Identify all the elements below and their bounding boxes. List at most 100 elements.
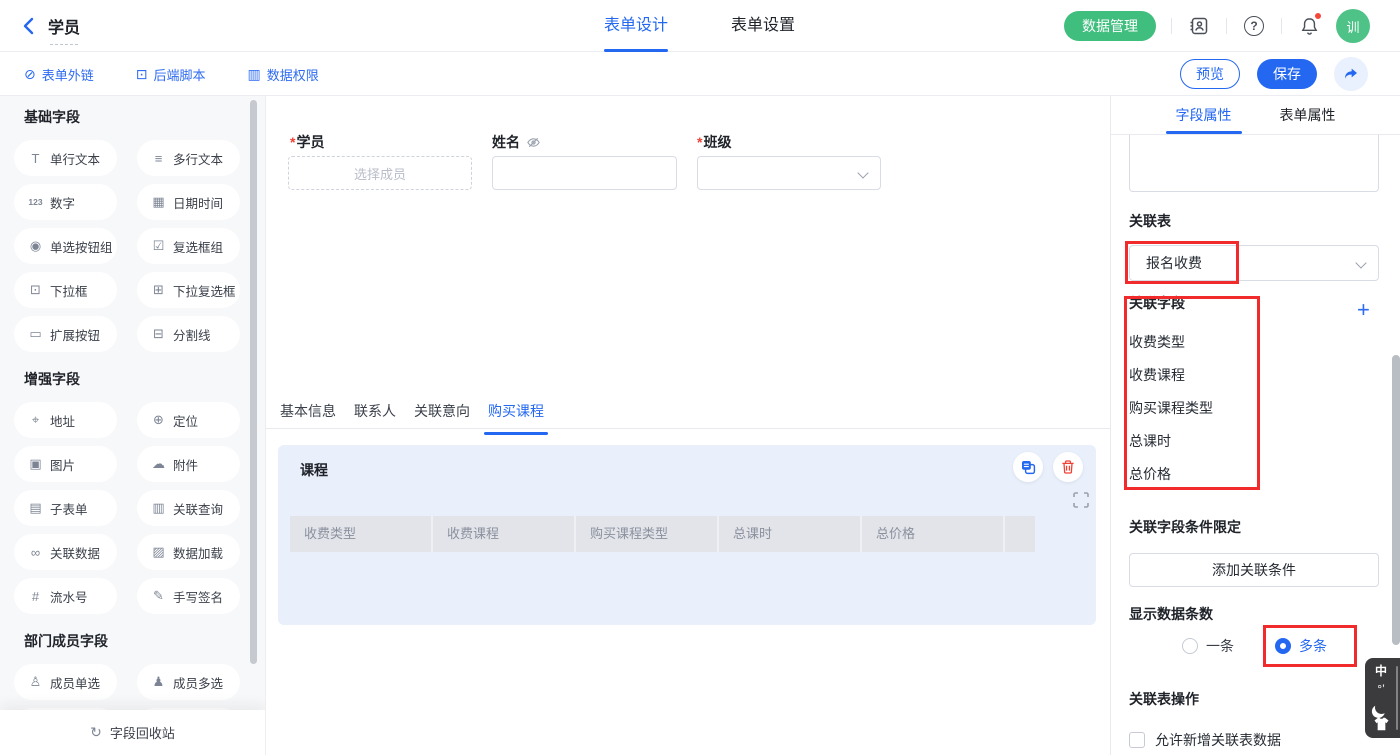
sidebar-section-title: 部门成员字段 xyxy=(24,630,265,652)
detail-tab[interactable]: 购买课程 xyxy=(488,400,544,428)
help-icon[interactable]: ? xyxy=(1244,16,1264,36)
add-related-field-icon[interactable]: + xyxy=(1357,299,1370,321)
member-multi-icon: ♟ xyxy=(150,674,167,690)
sidebar-field-label: 单行文本 xyxy=(50,149,100,168)
divider xyxy=(1281,18,1282,34)
share-button[interactable] xyxy=(1334,57,1368,91)
sidebar-field-item[interactable]: ▦日期时间 xyxy=(137,184,240,220)
sidebar-field-label: 关联查询 xyxy=(173,499,223,518)
toolbar-link[interactable]: ⊘表单外链 xyxy=(24,65,94,84)
sidebar-field-item[interactable]: ☁附件 xyxy=(137,446,240,482)
inspector-scrollbar[interactable] xyxy=(1392,355,1400,645)
chevron-down-icon xyxy=(1355,257,1366,268)
field-label-student: *学员 xyxy=(290,132,324,152)
related-field-item[interactable]: 总价格 xyxy=(1129,458,1259,491)
back-icon[interactable] xyxy=(20,17,38,35)
inspector-tab[interactable]: 表单属性 xyxy=(1280,96,1336,134)
sidebar-field-item[interactable]: ⊟ 分割线 xyxy=(137,316,240,352)
sidebar-field-item[interactable]: ✎手写签名 xyxy=(137,578,240,614)
header-tab[interactable]: 表单设计 xyxy=(604,0,668,52)
detail-tab[interactable]: 联系人 xyxy=(354,400,396,428)
sidebar-field-item[interactable]: ▣图片 xyxy=(14,446,117,482)
ime-punctuation-icon[interactable]: °’ xyxy=(1372,681,1390,697)
table-column-header: 收费类型 xyxy=(290,516,433,552)
ime-skin-icon[interactable] xyxy=(1373,717,1390,731)
header-tab[interactable]: 表单设置 xyxy=(731,0,795,52)
toolbar-link[interactable]: ▥数据权限 xyxy=(248,65,319,84)
contacts-icon[interactable] xyxy=(1187,14,1211,38)
sidebar-field-label: 下拉框 xyxy=(50,281,88,300)
radio-option-single[interactable]: 一条 xyxy=(1182,634,1234,658)
sidebar-field-label: 数据加载 xyxy=(173,543,223,562)
field-name-input[interactable] xyxy=(1129,135,1379,192)
sidebar-field-item[interactable]: ▤子表单 xyxy=(14,490,117,526)
sidebar-field-item[interactable]: ◉单选按钮组 xyxy=(14,228,117,264)
table-column-header: 总价格 xyxy=(862,516,1005,552)
sidebar-field-label: 定位 xyxy=(173,411,198,430)
sidebar-field-label: 流水号 xyxy=(50,587,88,606)
detail-tab[interactable]: 基本信息 xyxy=(280,400,336,428)
field-recycle-bin-button[interactable]: ↻ 字段回收站 xyxy=(0,710,265,755)
subtable-header: 收费类型收费课程购买课程类型总课时总价格 xyxy=(290,516,1035,552)
ime-toolbar[interactable]: 中 °’ xyxy=(1365,658,1400,738)
related-field-item[interactable]: 购买课程类型 xyxy=(1129,392,1259,425)
sidebar-field-item[interactable]: 123数字 xyxy=(14,184,117,220)
form-title[interactable]: 学员 xyxy=(48,14,80,38)
expand-icon[interactable] xyxy=(1073,492,1089,508)
required-mark: * xyxy=(697,134,702,150)
notification-bell-icon[interactable] xyxy=(1297,14,1321,38)
sidebar-field-item[interactable]: ♟ 成员多选 xyxy=(137,664,240,700)
sidebar-field-item[interactable]: #流水号 xyxy=(14,578,117,614)
avatar[interactable]: 训 xyxy=(1336,9,1370,43)
name-text-field[interactable] xyxy=(492,156,677,190)
toolbar-link[interactable]: ⊡后端脚本 xyxy=(136,65,206,84)
sidebar-field-item[interactable]: ▭扩展按钮 xyxy=(14,316,117,352)
table-column-header: 购买课程类型 xyxy=(576,516,719,552)
sidebar-field-item[interactable]: ⌖地址 xyxy=(14,402,117,438)
sidebar-field-item[interactable]: ▨数据加载 xyxy=(137,534,240,570)
class-select-field[interactable] xyxy=(697,156,881,190)
detail-tab[interactable]: 关联意向 xyxy=(414,400,470,428)
sidebar-field-item[interactable]: ⊕定位 xyxy=(137,402,240,438)
member-select-field[interactable]: 选择成员 xyxy=(288,156,472,190)
related-table-select[interactable]: 报名收费 xyxy=(1129,245,1379,281)
sidebar-field-label: 图片 xyxy=(50,455,75,474)
course-subtable-panel[interactable]: 课程 收费类型收费课程购买课程类型总课时总价格 xyxy=(278,445,1096,625)
ime-halfwidth-moon-icon[interactable] xyxy=(1374,700,1390,716)
ime-language-icon[interactable]: 中 xyxy=(1372,663,1390,679)
table-ops-label: 关联表操作 xyxy=(1129,689,1199,709)
inspector-tab[interactable]: 字段属性 xyxy=(1176,96,1232,134)
sidebar-field-item[interactable]: ☑复选框组 xyxy=(137,228,240,264)
copy-button[interactable] xyxy=(1013,452,1043,482)
delete-button[interactable] xyxy=(1053,452,1083,482)
preview-button[interactable]: 预览 xyxy=(1180,59,1240,89)
sidebar-scrollbar[interactable] xyxy=(250,100,257,664)
radio-option-multiple[interactable]: 多条 xyxy=(1275,634,1327,658)
sidebar-field-label: 成员多选 xyxy=(173,673,223,692)
sidebar-field-label: 手写签名 xyxy=(173,587,223,606)
sidebar-field-label: 数字 xyxy=(50,193,75,212)
sidebar-field-item[interactable]: ≡多行文本 xyxy=(137,140,240,176)
data-manage-button[interactable]: 数据管理 xyxy=(1064,11,1156,41)
divider-icon: ⊟ xyxy=(150,326,167,342)
sidebar-field-item[interactable]: ⊡下拉框 xyxy=(14,272,117,308)
save-button[interactable]: 保存 xyxy=(1257,59,1317,89)
sidebar-field-label: 分割线 xyxy=(173,325,211,344)
table-column-header: 收费课程 xyxy=(433,516,576,552)
sidebar-field-item[interactable]: ⊞下拉复选框 xyxy=(137,272,240,308)
checkbox-group-icon: ☑ xyxy=(150,238,167,254)
sidebar-section-grid: ⌖地址 ⊕定位 ▣图片 ☁附件 ▤子表单 ▥关联查询 ∞关联数据 ▨数据加载 #流水号 ✎手写签名 xyxy=(14,402,265,614)
related-field-item[interactable]: 总课时 xyxy=(1129,425,1259,458)
add-condition-button[interactable]: 添加关联条件 xyxy=(1129,553,1379,587)
sidebar-field-item[interactable]: ∞关联数据 xyxy=(14,534,117,570)
sidebar-field-item[interactable]: T单行文本 xyxy=(14,140,117,176)
allow-add-checkbox[interactable] xyxy=(1129,732,1145,748)
related-field-item[interactable]: 收费类型 xyxy=(1129,326,1259,359)
sidebar-field-item[interactable]: ▥关联查询 xyxy=(137,490,240,526)
notification-dot xyxy=(1314,12,1322,20)
sidebar-field-label: 附件 xyxy=(173,455,198,474)
property-inspector: 字段属性表单属性 关联表 报名收费 关联字段 + 收费类型收费课程购买课程类型总… xyxy=(1110,96,1400,755)
sidebar-field-item[interactable]: ♙成员单选 xyxy=(14,664,117,700)
backend-script-icon: ⊡ xyxy=(136,66,148,83)
related-field-item[interactable]: 收费课程 xyxy=(1129,359,1259,392)
